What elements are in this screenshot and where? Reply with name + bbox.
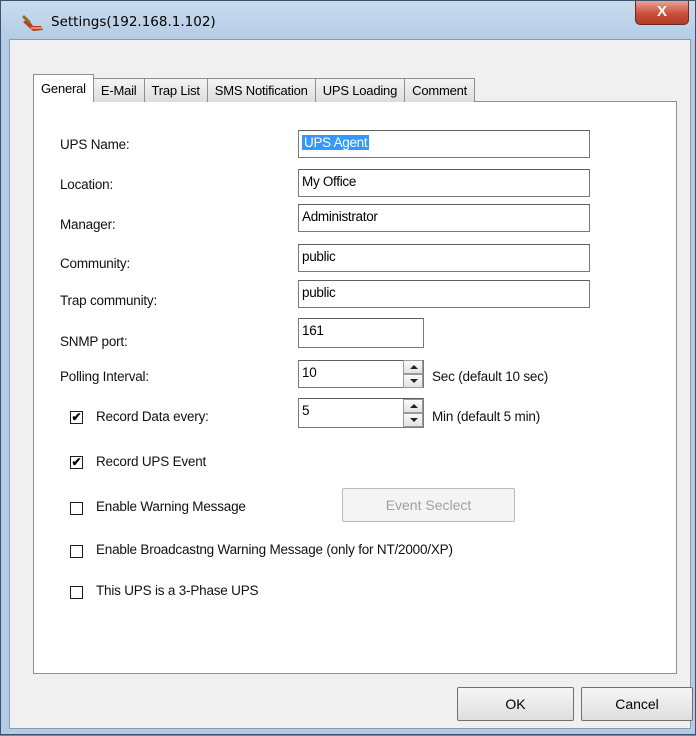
record-data-label: Record Data every: xyxy=(96,409,209,424)
trap-community-label: Trap community: xyxy=(60,293,158,308)
enable-broadcast-checkbox[interactable] xyxy=(70,545,83,558)
ups-name-input[interactable]: UPS Agent xyxy=(298,130,590,158)
record-data-spinner[interactable] xyxy=(403,399,423,427)
ok-button[interactable]: OK xyxy=(457,687,574,721)
enable-warning-label: Enable Warning Message xyxy=(96,499,246,514)
check-icon: ✔ xyxy=(71,455,82,469)
enable-warning-checkbox[interactable] xyxy=(70,502,83,515)
three-phase-label: This UPS is a 3-Phase UPS xyxy=(96,583,259,598)
general-form: UPS Name: UPS Agent Location: My Office … xyxy=(1,1,696,736)
polling-interval-hint: Sec (default 10 sec) xyxy=(432,369,549,384)
community-label: Community: xyxy=(60,256,131,271)
record-data-hint: Min (default 5 min) xyxy=(432,409,540,424)
cancel-button[interactable]: Cancel xyxy=(581,687,693,721)
record-data-checkbox[interactable]: ✔ xyxy=(70,411,83,424)
manager-input[interactable]: Administrator xyxy=(298,204,590,232)
record-event-label: Record UPS Event xyxy=(96,454,207,469)
location-label: Location: xyxy=(60,177,113,192)
settings-window: Settings(192.168.1.102) X General E-Mail… xyxy=(0,0,696,735)
snmp-port-input[interactable]: 161 xyxy=(298,318,424,348)
check-icon: ✔ xyxy=(71,410,82,424)
enable-broadcast-label: Enable Broadcastng Warning Message (only… xyxy=(96,542,453,557)
ups-name-label: UPS Name: xyxy=(60,137,130,152)
polling-interval-label: Polling Interval: xyxy=(60,369,149,384)
community-input[interactable]: public xyxy=(298,244,590,272)
record-event-checkbox[interactable]: ✔ xyxy=(70,456,83,469)
snmp-port-label: SNMP port: xyxy=(60,334,128,349)
trap-community-input[interactable]: public xyxy=(298,280,590,308)
polling-interval-spinner[interactable] xyxy=(403,360,423,388)
spin-down-icon[interactable] xyxy=(403,413,423,427)
spin-up-icon[interactable] xyxy=(403,360,423,374)
manager-label: Manager: xyxy=(60,217,116,232)
spin-down-icon[interactable] xyxy=(403,374,423,388)
spin-up-icon[interactable] xyxy=(403,399,423,413)
event-select-button[interactable]: Event Seclect xyxy=(342,488,515,522)
location-input[interactable]: My Office xyxy=(298,169,590,197)
three-phase-checkbox[interactable] xyxy=(70,586,83,599)
